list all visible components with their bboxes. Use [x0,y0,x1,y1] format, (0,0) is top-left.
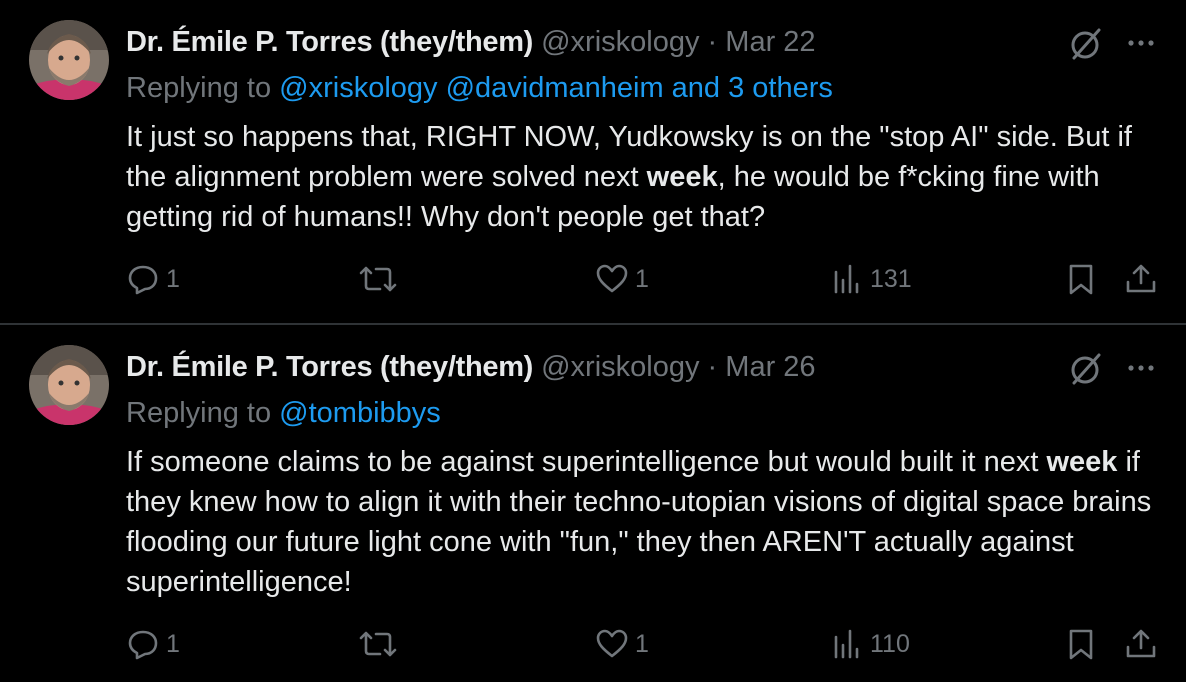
views-button[interactable]: 131 [830,262,912,296]
reply-count: 1 [166,264,180,293]
tweet-text-bold: week [1046,446,1118,478]
bookmark-icon [1064,627,1098,661]
like-count: 1 [635,264,649,293]
view-count: 131 [870,264,912,293]
tweet-date[interactable]: Mar 26 [725,351,815,383]
retweet-button[interactable] [358,262,404,296]
more-options-icon[interactable] [1124,26,1158,60]
reply-count: 1 [166,629,180,658]
reply-icon [126,627,160,661]
tweet-header: Dr. Émile P. Torres (they/them) @xriskol… [126,349,816,385]
more-options-icon[interactable] [1124,351,1158,385]
tweet-text-bold: week [646,161,718,193]
replying-to-line: Replying to @xriskology @davidmanheim an… [126,70,833,106]
bookmark-button[interactable] [1064,262,1098,296]
action-bar: 1 1 131 [0,258,1186,304]
tweet-header: Dr. Émile P. Torres (they/them) @xriskol… [126,24,816,60]
share-icon [1124,262,1158,296]
share-button[interactable] [1124,262,1158,296]
replying-to-users[interactable]: @xriskology @davidmanheim and 3 others [279,72,833,104]
like-icon [595,627,629,661]
like-icon [595,262,629,296]
tweet-text: It just so happens that, RIGHT NOW, Yudk… [126,117,1156,237]
tweet-date[interactable]: Mar 22 [725,26,815,58]
avatar[interactable] [29,20,109,100]
bookmark-button[interactable] [1064,627,1098,661]
author-handle[interactable]: @xriskology [541,351,699,383]
bookmark-icon [1064,262,1098,296]
author-name[interactable]: Dr. Émile P. Torres (they/them) [126,26,533,58]
share-button[interactable] [1124,627,1158,661]
reply-icon [126,262,160,296]
replying-to-users[interactable]: @tombibbys [279,397,441,429]
tweet[interactable]: Dr. Émile P. Torres (they/them) @xriskol… [0,325,1186,682]
tweet-text: If someone claims to be against superint… [126,442,1156,602]
views-icon [830,262,864,296]
grok-icon[interactable] [1068,351,1104,387]
avatar[interactable] [29,345,109,425]
like-count: 1 [635,629,649,658]
separator: · [707,26,718,58]
share-icon [1124,627,1158,661]
reply-button[interactable]: 1 [126,262,180,296]
tweet-text-part: If someone claims to be against superint… [126,446,1047,478]
like-button[interactable]: 1 [595,262,649,296]
replying-to-label: Replying to [126,72,272,104]
tweet[interactable]: Dr. Émile P. Torres (they/them) @xriskol… [0,0,1186,323]
retweet-button[interactable] [358,627,404,661]
views-button[interactable]: 110 [830,627,910,661]
reply-button[interactable]: 1 [126,627,180,661]
retweet-icon [358,627,398,661]
separator: · [707,351,718,383]
replying-to-line: Replying to @tombibbys [126,395,441,431]
like-button[interactable]: 1 [595,627,649,661]
action-bar: 1 1 110 [0,623,1186,669]
author-name[interactable]: Dr. Émile P. Torres (they/them) [126,351,533,383]
replying-to-label: Replying to [126,397,272,429]
author-handle[interactable]: @xriskology [541,26,699,58]
grok-icon[interactable] [1068,26,1104,62]
view-count: 110 [870,629,910,658]
views-icon [830,627,864,661]
retweet-icon [358,262,398,296]
